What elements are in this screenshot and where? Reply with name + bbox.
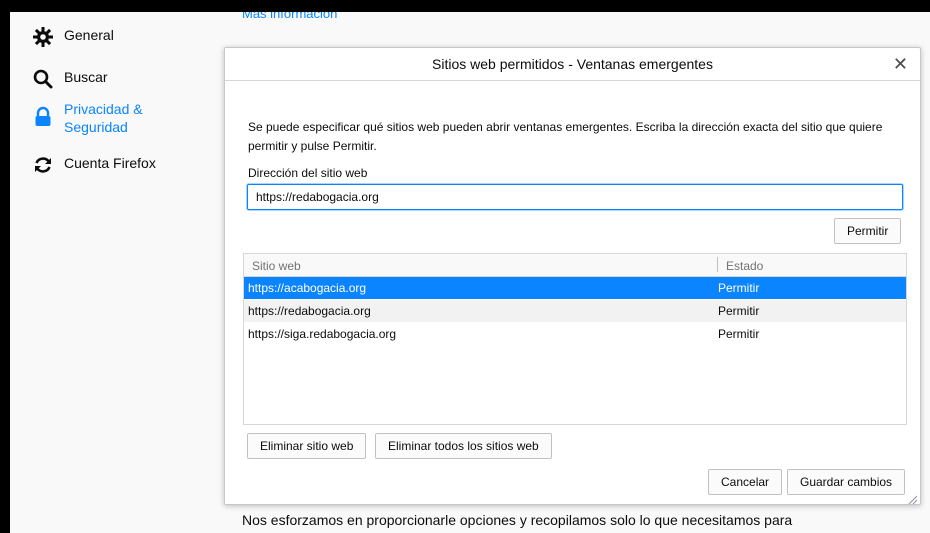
resize-grip-icon[interactable] (908, 492, 918, 505)
sidebar-item-privacy[interactable]: Privacidad & Seguridad (32, 100, 174, 136)
cancel-button[interactable]: Cancelar (708, 469, 783, 495)
more-info-link[interactable]: Más información (242, 12, 337, 21)
sidebar-item-label: Cuenta Firefox (64, 155, 156, 171)
sync-icon (32, 154, 54, 176)
remove-site-button[interactable]: Eliminar sitio web (247, 433, 367, 459)
site-cell: https://siga.redabogacia.org (248, 327, 397, 341)
status-cell: Permitir (718, 304, 760, 318)
sidebar-item-label: Buscar (64, 69, 108, 85)
sidebar-item-firefox-account[interactable]: Cuenta Firefox (32, 154, 156, 176)
privacy-intro-text: Nos esforzamos en proporcionarle opcione… (242, 512, 793, 528)
sites-table: Sitio web Estado https://acabogacia.org … (243, 253, 907, 425)
close-icon[interactable]: ✕ (893, 54, 908, 74)
dialog-description: Se puede especificar qué sitios web pued… (248, 120, 883, 153)
gear-icon (32, 26, 54, 48)
status-cell: Permitir (718, 327, 760, 341)
dialog-title: Sitios web permitidos - Ventanas emergen… (432, 56, 713, 72)
sidebar-item-label: Privacidad & Seguridad (64, 101, 143, 135)
lock-icon (32, 106, 54, 128)
table-row[interactable]: https://siga.redabogacia.org Permitir (244, 323, 906, 345)
dialog-header: Sitios web permitidos - Ventanas emergen… (225, 48, 920, 81)
preferences-page: General Buscar Privacidad & Seguridad Cu… (10, 12, 930, 533)
save-changes-button[interactable]: Guardar cambios (787, 469, 906, 495)
sidebar-item-label: General (64, 27, 114, 43)
popup-permissions-dialog: Sitios web permitidos - Ventanas emergen… (224, 47, 921, 505)
site-cell: https://acabogacia.org (248, 281, 367, 295)
address-field-label: Dirección del sitio web (248, 166, 368, 180)
search-icon (32, 68, 54, 90)
sidebar: General Buscar Privacidad & Seguridad Cu… (10, 12, 230, 533)
column-header-site[interactable]: Sitio web (252, 259, 301, 273)
sidebar-item-general[interactable]: General (32, 26, 114, 48)
remove-all-sites-button[interactable]: Eliminar todos los sitios web (375, 433, 552, 459)
site-cell: https://redabogacia.org (248, 304, 371, 318)
table-header: Sitio web Estado (244, 254, 906, 277)
status-cell: Permitir (718, 281, 760, 295)
allow-button[interactable]: Permitir (834, 218, 902, 244)
column-divider[interactable] (717, 257, 718, 272)
sidebar-item-search[interactable]: Buscar (32, 68, 108, 90)
table-row[interactable]: https://acabogacia.org Permitir (244, 277, 906, 299)
website-address-input[interactable] (247, 184, 903, 210)
table-row[interactable]: https://redabogacia.org Permitir (244, 300, 906, 322)
column-header-status[interactable]: Estado (726, 259, 763, 273)
